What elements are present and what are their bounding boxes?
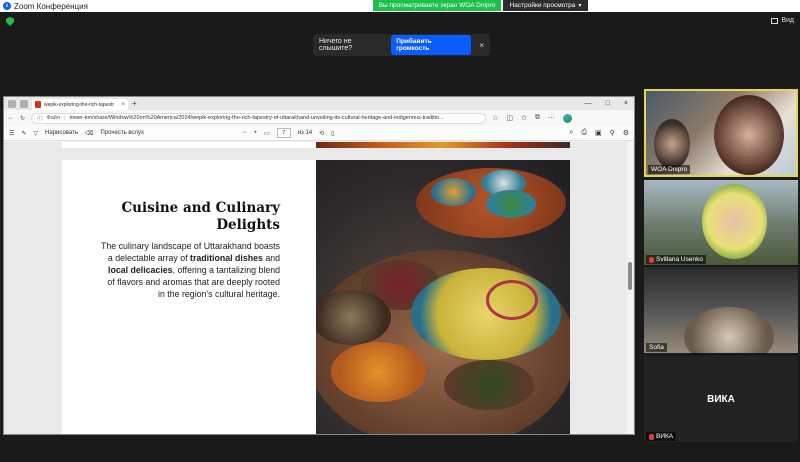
rice-bowl-image xyxy=(411,268,561,360)
mic-muted-icon xyxy=(649,433,654,440)
participant-name-text: ВИКА xyxy=(656,433,674,440)
page-number-input[interactable]: 7 xyxy=(276,128,291,138)
spice-bowl-image xyxy=(431,178,476,206)
search-icon[interactable]: ⌕ xyxy=(569,129,573,137)
scrollbar-thumb[interactable] xyxy=(628,262,632,290)
tab-bar: wepik-exploring-the-rich-tapestr × + — □… xyxy=(4,97,634,110)
separator: | xyxy=(64,115,66,121)
body-bold-1: traditional dishes xyxy=(190,253,263,263)
info-icon: ⓘ xyxy=(37,116,43,122)
refresh-icon[interactable]: ↻ xyxy=(20,115,25,122)
profile-icon[interactable] xyxy=(8,99,16,108)
favorite-icon[interactable]: ☆ xyxy=(492,114,498,123)
participant-tile[interactable]: Svitlana Usenko xyxy=(644,180,798,265)
maximize-button[interactable]: □ xyxy=(606,100,610,107)
draw-button[interactable]: Нарисовать xyxy=(45,130,78,136)
page-view-icon[interactable]: ▯ xyxy=(331,130,334,137)
onion-ring-image xyxy=(486,280,538,320)
pdf-page: Cuisine and Culinary Delights The culina… xyxy=(62,160,570,434)
address-label: Файл xyxy=(46,115,61,121)
pin-icon[interactable]: ⚲ xyxy=(610,129,615,137)
page-text-block: Cuisine and Culinary Delights The culina… xyxy=(100,200,280,300)
print-icon[interactable]: ⎙ xyxy=(581,129,587,137)
minimize-button[interactable]: — xyxy=(585,100,592,107)
tab-actions-icon[interactable] xyxy=(20,99,28,108)
zoom-out-button[interactable]: − xyxy=(243,130,247,136)
participant-name: WOA Dnipro xyxy=(648,165,691,174)
participant-tile[interactable]: Sofia xyxy=(644,267,798,353)
draw-icon[interactable]: ▽ xyxy=(33,130,38,137)
previous-page-edge xyxy=(62,142,570,148)
split-screen-icon[interactable]: ◫ xyxy=(506,114,513,123)
body-bold-2: local delicacies xyxy=(108,265,173,275)
more-icon[interactable]: ⋯ xyxy=(548,114,555,123)
new-tab-button[interactable]: + xyxy=(132,99,137,108)
window-title: Zoom Конференция xyxy=(14,1,88,11)
back-icon[interactable]: ← xyxy=(8,115,14,121)
address-bar: ← ↻ ⓘ Файл | tower-km/share/Window%20on%… xyxy=(4,110,634,126)
pumpkin-bowl-image xyxy=(331,342,426,402)
participant-tile[interactable]: WOA Dnipro xyxy=(644,89,798,177)
page-body: The culinary landscape of Uttarakhand bo… xyxy=(100,240,280,300)
tab-close-icon[interactable]: × xyxy=(121,102,125,108)
participant-video xyxy=(684,307,774,353)
tab-pdf[interactable]: wepik-exploring-the-rich-tapestr × xyxy=(32,99,128,110)
view-options-button[interactable]: Настройки просмотра ▾ xyxy=(503,0,588,11)
participant-video xyxy=(654,119,690,169)
vertical-scrollbar[interactable] xyxy=(627,142,633,434)
shared-browser-window: wepik-exploring-the-rich-tapestr × + — □… xyxy=(3,96,635,435)
screen-share-banner: Вы просматриваете экран WOA Dnipro xyxy=(373,0,501,11)
fit-page-icon[interactable]: ▭ xyxy=(264,130,270,137)
food-photo xyxy=(316,160,570,434)
zoom-logo-icon: z xyxy=(3,2,11,10)
shield-icon[interactable] xyxy=(6,17,14,26)
highlight-icon[interactable]: ✎ xyxy=(21,130,26,137)
favorites-icon[interactable]: ✩ xyxy=(521,114,527,123)
settings-icon[interactable]: ⚙ xyxy=(623,129,629,137)
participant-name-text: Svitlana Usenko xyxy=(656,256,703,263)
browser-nav-right: ☆ ◫ ✩ ⧉ ⋯ xyxy=(492,113,572,123)
page-total: из 14 xyxy=(297,130,313,136)
participant-tile[interactable]: ВИКА ВИКА xyxy=(644,356,798,442)
zoom-top-area: Вид Ничего не слышите? Прибавить громкос… xyxy=(0,12,800,92)
participant-video xyxy=(714,95,784,175)
tab-title: wepik-exploring-the-rich-tapestr xyxy=(44,101,115,108)
audio-prompt: Ничего не слышите? Прибавить громкость × xyxy=(313,34,490,56)
window-controls: — □ × xyxy=(585,100,634,107)
close-button[interactable]: × xyxy=(624,100,628,107)
url-text: tower-km/share/Window%20on%20America/202… xyxy=(69,115,444,121)
save-icon[interactable]: ▣ xyxy=(595,129,602,137)
increase-volume-button[interactable]: Прибавить громкость xyxy=(391,35,472,55)
collections-icon[interactable]: ⧉ xyxy=(535,114,540,123)
view-button[interactable]: Вид xyxy=(771,17,794,24)
read-aloud-button[interactable]: Прочесть вслух xyxy=(101,130,144,136)
pdf-viewer[interactable]: Cuisine and Culinary Delights The culina… xyxy=(4,142,634,434)
audio-prompt-text: Ничего не слышите? xyxy=(319,38,353,52)
rotate-icon[interactable]: ⟲ xyxy=(319,130,324,137)
participant-name: Svitlana Usenko xyxy=(646,255,706,264)
pdf-icon xyxy=(35,101,41,108)
url-field[interactable]: ⓘ Файл | tower-km/share/Window%20on%20Am… xyxy=(31,112,487,124)
view-options-label: Настройки просмотра xyxy=(509,2,576,9)
participant-name: ВИКА xyxy=(646,432,677,441)
copilot-icon[interactable] xyxy=(562,113,572,123)
body-text-2: and xyxy=(262,253,280,263)
view-button-label: Вид xyxy=(781,17,794,24)
contents-icon[interactable]: ☰ xyxy=(9,130,14,137)
greens-bowl-image xyxy=(444,360,534,410)
previous-page-image xyxy=(316,142,570,148)
chevron-down-icon: ▾ xyxy=(578,3,582,9)
close-icon[interactable]: × xyxy=(479,41,484,50)
pdf-toolbar: ☰ ✎ ▽ Нарисовать ⌫ Прочесть вслух − + ▭ … xyxy=(4,126,634,141)
participant-video xyxy=(702,184,767,259)
mic-muted-icon xyxy=(649,256,654,263)
grid-icon xyxy=(771,17,779,24)
eraser-icon[interactable]: ⌫ xyxy=(85,130,93,137)
participant-avatar-name: ВИКА xyxy=(707,393,735,405)
herb-bowl-image xyxy=(486,190,536,218)
page-title: Cuisine and Culinary Delights xyxy=(121,200,280,233)
pdf-toolbar-right: ⌕ ⎙ ▣ ⚲ ⚙ xyxy=(569,129,629,137)
participant-name: Sofia xyxy=(646,343,667,352)
zoom-in-button[interactable]: + xyxy=(254,130,258,136)
